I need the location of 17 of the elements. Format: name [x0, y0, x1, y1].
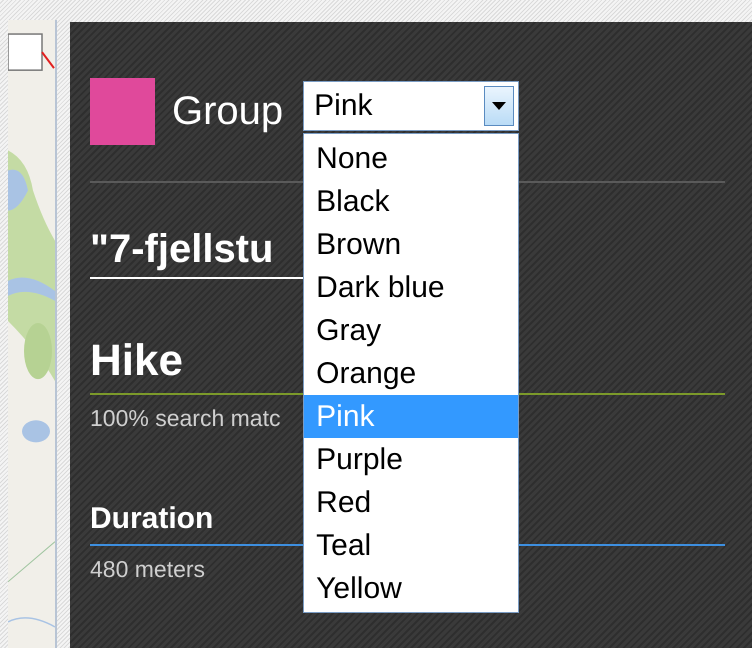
- group-label: Group: [172, 89, 284, 134]
- dropdown-option[interactable]: Brown: [304, 222, 518, 266]
- activity-heading: Hike: [90, 336, 183, 385]
- dropdown-option[interactable]: Teal: [304, 524, 518, 566]
- group-select[interactable]: Pink: [303, 80, 520, 130]
- dropdown-option[interactable]: Orange: [304, 352, 518, 394]
- route-title-link[interactable]: "7-fjellstu: [90, 227, 274, 271]
- dropdown-option[interactable]: Dark blue: [304, 266, 518, 308]
- dropdown-option[interactable]: Purple: [304, 438, 518, 480]
- dropdown-option[interactable]: Yellow: [304, 566, 518, 610]
- dropdown-option[interactable]: Gray: [304, 308, 518, 352]
- dropdown-option[interactable]: Red: [304, 480, 518, 524]
- duration-heading: Duration: [90, 502, 214, 535]
- search-match-text: 100% search matc: [90, 405, 280, 431]
- dropdown-option[interactable]: None: [304, 136, 518, 180]
- duration-value: 480 meters: [90, 556, 206, 582]
- dropdown-option[interactable]: Black: [304, 180, 518, 222]
